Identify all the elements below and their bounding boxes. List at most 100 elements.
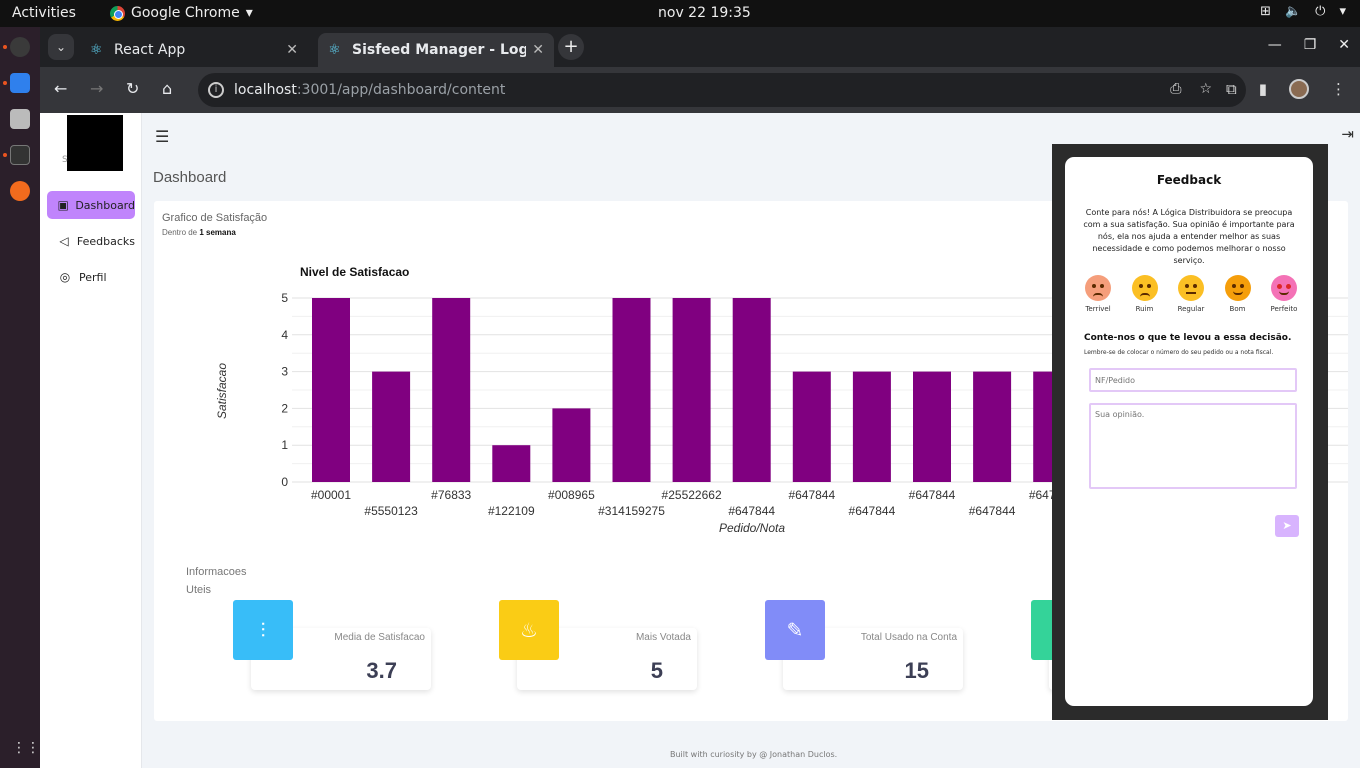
stat-label: Media de Satisfacao [334,632,425,643]
dashboard-icon: ▣ [57,198,69,212]
menu-toggle-icon[interactable]: ☰ [155,127,169,146]
running-indicator [3,81,7,85]
react-icon: ⚛ [328,42,341,58]
x-tick-label: #647844 [788,488,835,502]
app-menu[interactable]: Google Chrome ▾ [110,5,253,21]
show-apps-icon[interactable]: ⋮⋮ [12,740,40,756]
new-tab-button[interactable]: + [558,34,584,60]
footer: Built with curiosity by @ Jonathan Duclo… [670,750,838,759]
react-icon: ⚛ [90,42,103,58]
rating-label: Terrivel [1085,305,1111,313]
reload-icon[interactable]: ↻ [126,79,139,98]
stat-label: Mais Votada [635,632,691,643]
rating-label: Bom [1229,305,1246,313]
volume-icon[interactable]: 🔈 [1285,4,1301,19]
network-icon[interactable]: ⊞ [1260,4,1271,19]
bar [492,445,531,482]
tab-strip: ⌄ ⚛ React App ✕ ⚛ Sisfeed Manager - Logi… [40,27,1360,67]
x-axis-label: Pedido/Nota [719,521,785,535]
heart-eyes-face-icon [1271,275,1297,301]
rating-terrivel[interactable]: Terrivel [1079,275,1117,313]
card-subtitle-period: 1 semana [199,228,236,237]
vscode-icon[interactable] [10,73,30,93]
tab-title: Sisfeed Manager - Logica [352,42,527,58]
clock[interactable]: nov 22 19:35 [658,5,751,21]
opinion-textarea[interactable] [1089,403,1297,489]
user-icon: ◎ [59,270,71,284]
system-top-bar: Activities Google Chrome ▾ nov 22 19:35 … [0,0,1360,27]
side-panel-icon[interactable]: ▮ [1259,80,1267,98]
site-info-icon[interactable]: i [208,82,224,98]
tab-react-app[interactable]: ⚛ React App ✕ [80,33,308,67]
x-tick-label: #647844 [849,504,896,518]
bar [852,371,891,482]
y-axis-label: Satisfacao [215,363,229,419]
chrome-dock-icon[interactable] [10,37,30,57]
x-tick-label: #00001 [311,488,351,502]
home-icon[interactable]: ⌂ [162,79,172,98]
rating-bom[interactable]: Bom [1219,275,1257,313]
stat-value: 15 [904,658,929,683]
system-tray[interactable]: ⊞ 🔈 ⏻ ▾ [1260,4,1346,19]
terminal-icon[interactable] [10,145,30,165]
restore-icon[interactable]: ❐ [1304,37,1317,53]
files-icon[interactable] [10,109,30,129]
close-window-icon[interactable]: ✕ [1338,37,1350,53]
x-tick-label: #122109 [488,504,535,518]
sidebar-item-perfil[interactable]: ◎ Perfil [47,263,135,291]
bar [792,371,831,482]
tab-sisfeed[interactable]: ⚛ Sisfeed Manager - Logica ✕ [318,33,554,67]
rating-ruim[interactable]: Ruim [1126,275,1164,313]
x-tick-label: #008965 [548,488,595,502]
feedback-modal: Feedback Conte para nós! A Lógica Distri… [1065,157,1313,706]
sidebar-item-label: Feedbacks [76,234,135,248]
rating-perfeito[interactable]: Perfeito [1265,275,1303,313]
tray-menu-icon[interactable]: ▾ [1339,4,1346,19]
close-icon[interactable]: ✕ [532,42,544,58]
running-indicator [3,45,7,49]
url-path: :3001/app/dashboard/content [296,82,506,98]
tab-search-icon[interactable]: ⌄ [48,34,74,60]
running-indicator [3,153,7,157]
cake-icon: ♨ [499,600,559,660]
sidebar-item-feedbacks[interactable]: ◁ Feedbacks [47,227,135,255]
bar [552,408,591,482]
back-icon[interactable]: ← [54,79,67,98]
postman-icon[interactable] [10,181,30,201]
send-icon: ➤ [1282,519,1292,532]
chart-title: Nivel de Satisfacao [300,265,409,279]
install-app-icon[interactable]: ⎙ [1170,81,1181,97]
rating-options: Terrivel Ruim Regular Bom Perfeito [1079,275,1303,313]
profile-avatar[interactable] [1289,79,1309,99]
bar [672,298,711,482]
order-number-input[interactable] [1089,368,1297,392]
tab-title: React App [114,42,186,58]
x-tick-label: #5550123 [364,504,418,518]
forward-icon[interactable]: → [90,79,103,98]
address-bar[interactable]: i localhost:3001/app/dashboard/content ⎙… [198,73,1246,107]
logout-icon[interactable]: ⇥ [1341,125,1354,143]
sidebar-item-dashboard[interactable]: ▣ Dashboard [47,191,135,219]
megaphone-icon: ◁ [59,234,69,248]
y-tick-label: 2 [281,401,288,415]
close-icon[interactable]: ✕ [286,42,298,58]
bar [913,371,951,482]
rating-regular[interactable]: Regular [1172,275,1210,313]
power-icon[interactable]: ⏻ [1315,4,1325,19]
sidebar: S ▣ Dashboard ◁ Feedbacks ◎ Perfil [40,113,142,768]
extensions-icon[interactable]: ⧉ [1226,80,1237,98]
minimize-icon[interactable]: — [1268,37,1282,53]
stat-label: Total Usado na Conta [860,632,957,643]
rating-label: Ruim [1135,305,1154,313]
rating-label: Perfeito [1270,305,1298,313]
activities-button[interactable]: Activities [12,5,76,21]
bookmark-star-icon[interactable]: ☆ [1199,81,1212,97]
card-subtitle-prefix: Dentro de [162,228,200,237]
send-button[interactable]: ➤ [1275,515,1299,537]
chrome-menu-icon[interactable]: ⋮ [1331,80,1346,98]
window-controls: — ❐ ✕ [1268,37,1350,53]
tired-face-icon [1085,275,1111,301]
x-tick-label: #647844 [728,504,775,518]
card-title: Grafico de Satisfação [162,212,268,224]
feedback-question: Conte-nos o que te levou a essa decisão. [1084,333,1292,343]
